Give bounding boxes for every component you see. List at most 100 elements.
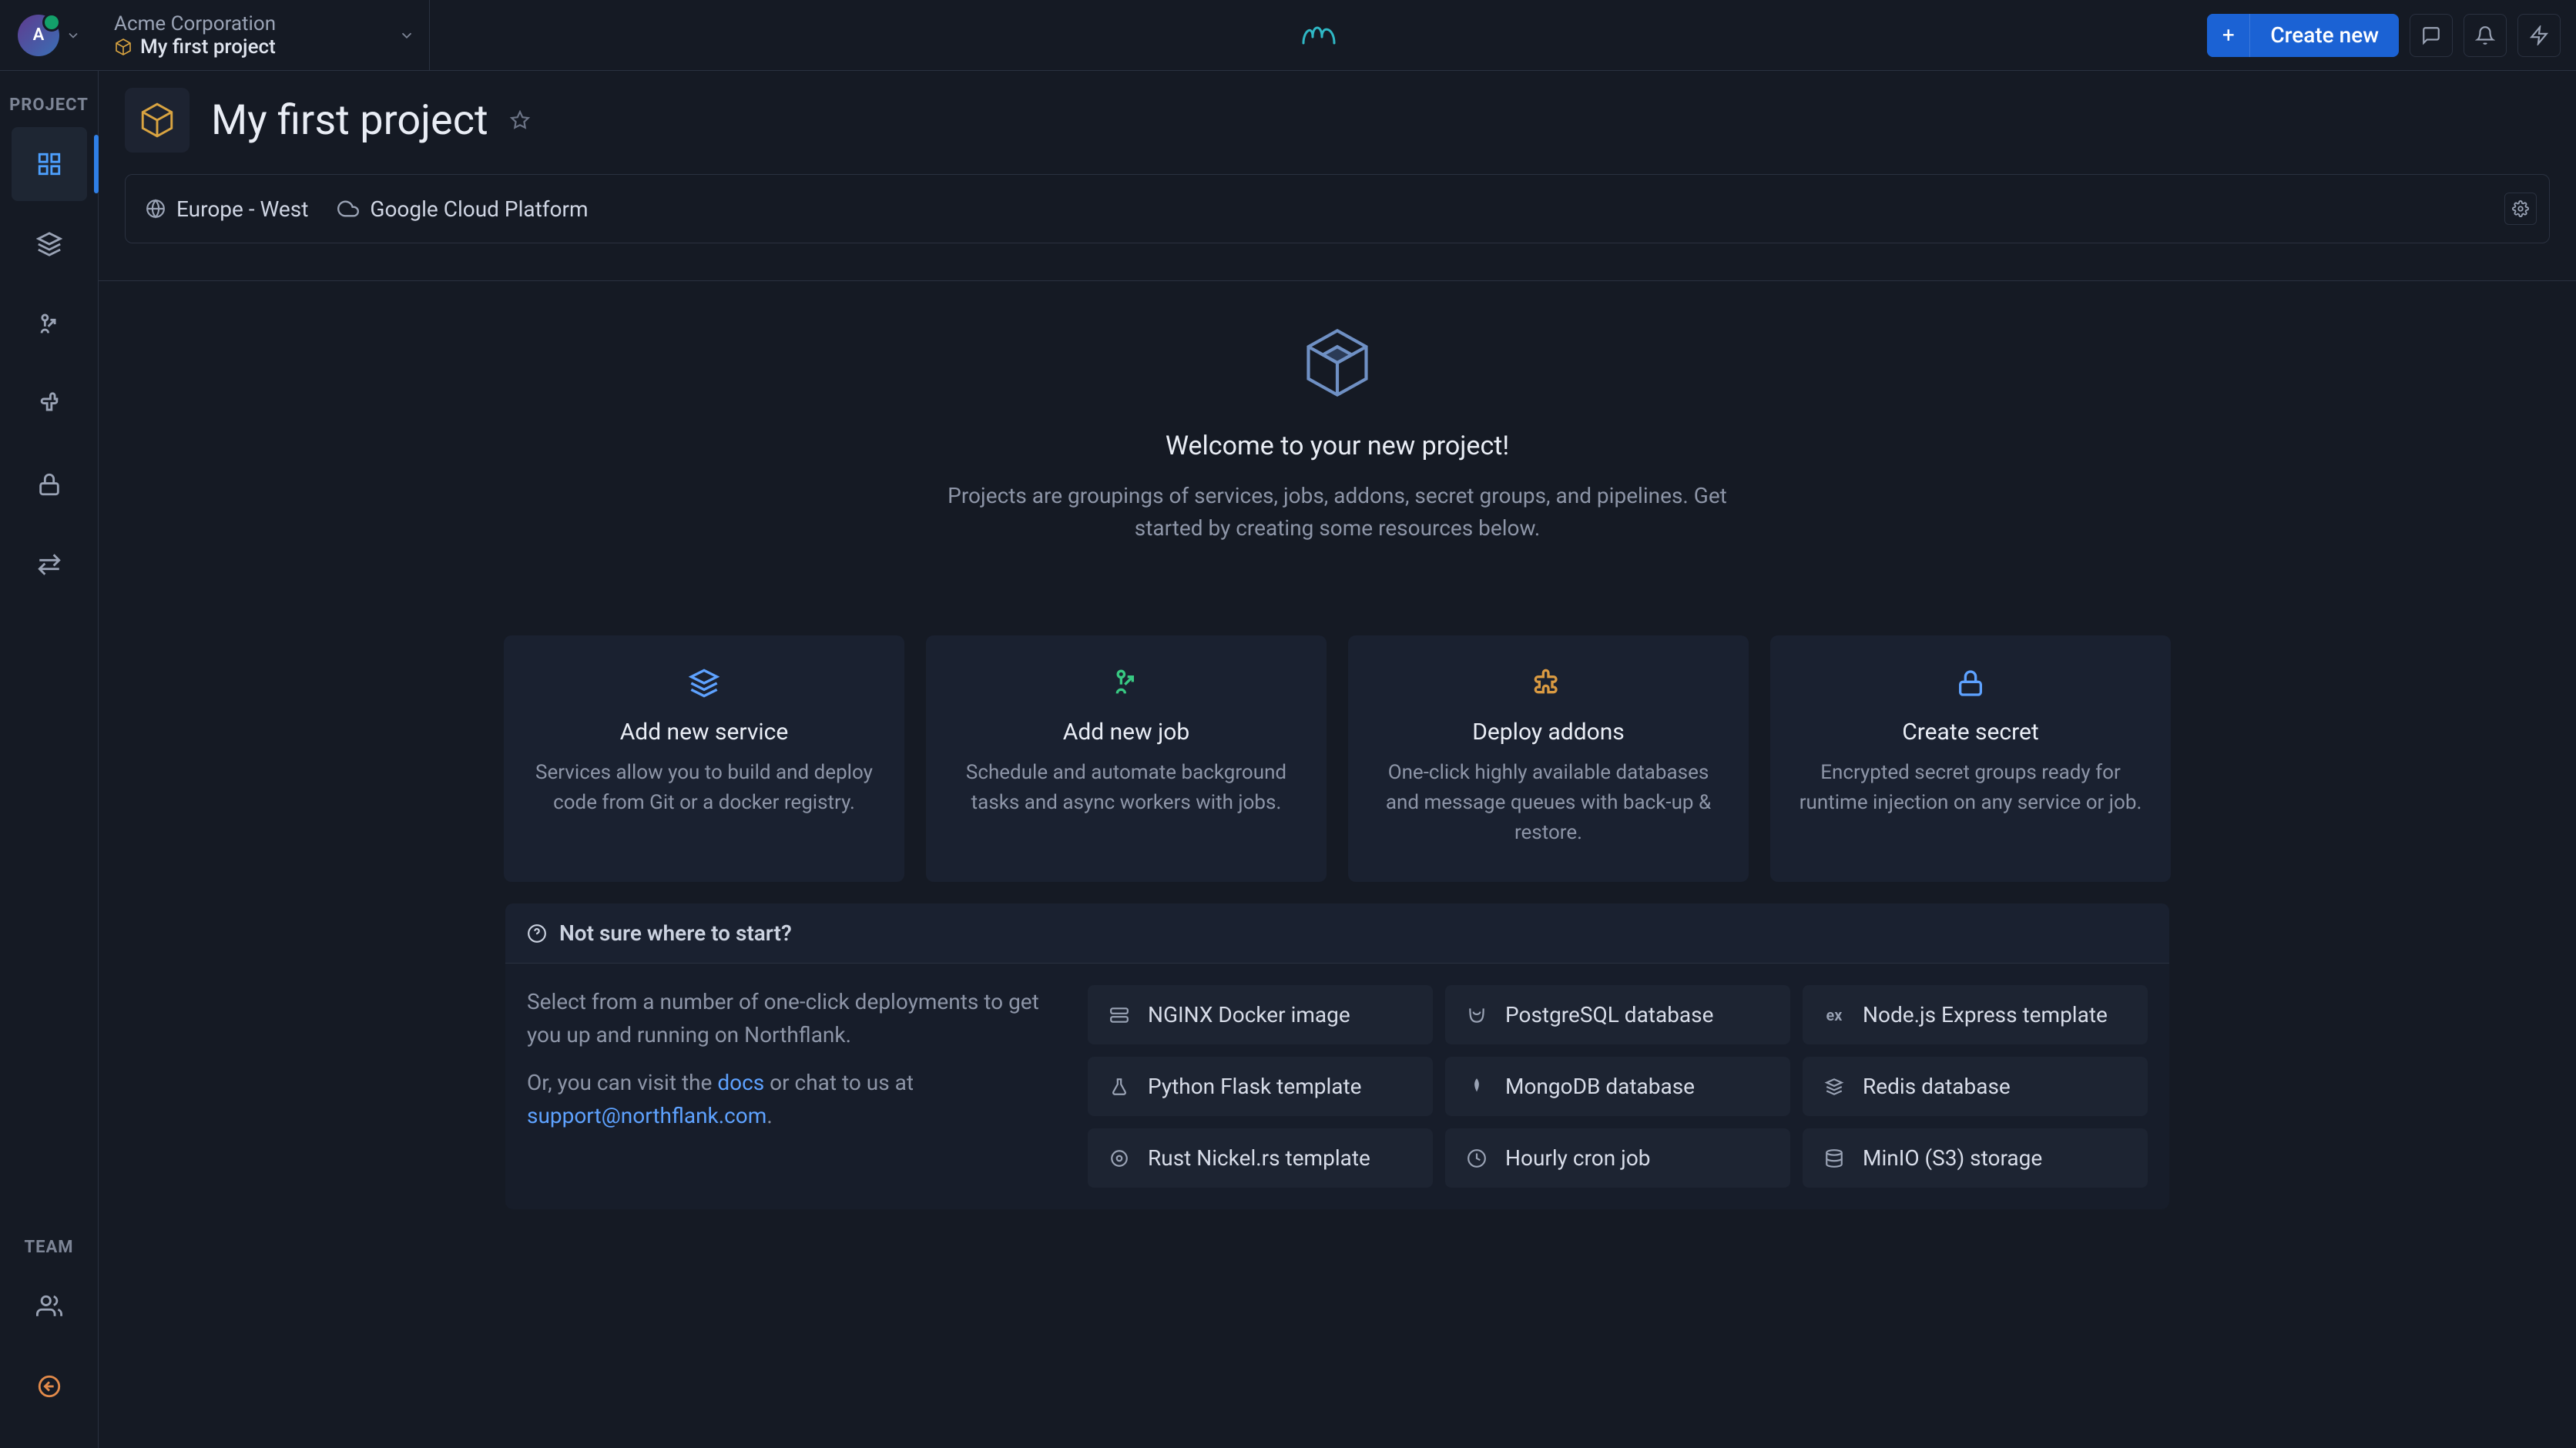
sidebar-item-services[interactable] [12, 207, 87, 281]
quick-start-line1: Select from a number of one-click deploy… [527, 985, 1057, 1052]
deploy-label: Hourly cron job [1505, 1145, 1651, 1171]
lock-icon [1955, 668, 1986, 699]
chevron-down-icon[interactable] [398, 27, 415, 44]
puzzle-icon [1533, 668, 1564, 699]
running-icon [1111, 668, 1142, 699]
quick-start-text: Select from a number of one-click deploy… [527, 985, 1057, 1188]
card-title: Add new job [1063, 719, 1189, 746]
create-new-button[interactable]: + Create new [2207, 14, 2399, 57]
card-add-service[interactable]: Add new service Services allow you to bu… [504, 635, 904, 882]
text-fragment: . [766, 1103, 772, 1128]
deploy-postgres[interactable]: PostgreSQL database [1445, 985, 1790, 1044]
project-cube-icon [114, 38, 132, 56]
support-email-link[interactable]: support@northflank.com [527, 1103, 766, 1128]
mongodb-icon [1464, 1077, 1490, 1097]
deploy-node-express[interactable]: ex Node.js Express template [1803, 985, 2148, 1044]
card-desc: Schedule and automate background tasks a… [949, 758, 1303, 818]
sidebar-item-pipelines[interactable] [12, 528, 87, 602]
card-title: Add new service [620, 719, 789, 746]
card-desc: One-click highly available databases and… [1371, 758, 1726, 848]
sidebar-item-members[interactable] [12, 1269, 87, 1343]
region-indicator: Europe - West [146, 196, 308, 222]
deploy-label: Rust Nickel.rs template [1148, 1145, 1370, 1171]
topbar: A Acme Corporation My first project [0, 0, 2576, 71]
provider-indicator: Google Cloud Platform [337, 196, 588, 222]
sidebar-item-logout[interactable] [12, 1349, 87, 1423]
deploy-label: Node.js Express template [1863, 1002, 2108, 1027]
redis-icon [1821, 1077, 1847, 1097]
deploy-rust[interactable]: Rust Nickel.rs template [1088, 1128, 1433, 1188]
divider [99, 280, 2576, 281]
server-icon [1106, 1005, 1132, 1025]
postgres-icon [1464, 1005, 1490, 1025]
sidebar-item-secrets[interactable] [12, 447, 87, 521]
feedback-icon-button[interactable] [2410, 14, 2453, 57]
text-fragment: or chat to us at [764, 1070, 914, 1095]
environment-settings-button[interactable] [2504, 193, 2537, 225]
welcome-cube-icon [1299, 324, 1376, 401]
account-avatar[interactable]: A [18, 15, 59, 56]
clock-icon [1464, 1148, 1490, 1168]
deploy-label: PostgreSQL database [1505, 1002, 1713, 1027]
page-title: My first project [211, 96, 488, 145]
deploy-nginx[interactable]: NGINX Docker image [1088, 985, 1433, 1044]
welcome-subtitle: Projects are groupings of services, jobs… [914, 480, 1761, 545]
card-desc: Encrypted secret groups ready for runtim… [1793, 758, 2148, 818]
project-icon [125, 88, 190, 153]
sidebar-item-jobs[interactable] [12, 287, 87, 361]
welcome-section: Welcome to your new project! Projects ar… [125, 324, 2550, 545]
create-new-label: Create new [2250, 22, 2399, 48]
flash-icon-button[interactable] [2517, 14, 2561, 57]
storage-icon [1821, 1148, 1847, 1168]
org-name: Acme Corporation [114, 12, 414, 35]
brand-logo[interactable] [1300, 20, 1337, 51]
rust-icon [1106, 1148, 1132, 1168]
deploy-label: MongoDB database [1505, 1074, 1695, 1099]
action-cards: Add new service Services allow you to bu… [475, 635, 2200, 882]
chevron-down-icon[interactable] [65, 28, 81, 43]
sidebar-group-project: PROJECT [9, 96, 89, 115]
docs-link[interactable]: docs [717, 1070, 764, 1095]
environment-bar: Europe - West Google Cloud Platform [125, 174, 2550, 243]
layers-icon [689, 668, 719, 699]
quick-start-heading: Not sure where to start? [505, 903, 2169, 964]
card-add-job[interactable]: Add new job Schedule and automate backgr… [926, 635, 1327, 882]
quick-start-box: Not sure where to start? Select from a n… [475, 903, 2200, 1209]
quick-start-title: Not sure where to start? [559, 920, 792, 946]
globe-icon [146, 199, 166, 219]
text-fragment: Or, you can visit the [527, 1070, 717, 1095]
sidebar-item-addons[interactable] [12, 367, 87, 441]
deploy-cron[interactable]: Hourly cron job [1445, 1128, 1790, 1188]
flask-icon [1106, 1077, 1132, 1097]
sidebar: PROJECT TEAM [0, 71, 99, 1448]
deploy-redis[interactable]: Redis database [1803, 1057, 2148, 1116]
deploy-label: Redis database [1863, 1074, 2011, 1099]
deploy-minio[interactable]: MinIO (S3) storage [1803, 1128, 2148, 1188]
deploy-label: MinIO (S3) storage [1863, 1145, 2042, 1171]
provider-label: Google Cloud Platform [370, 196, 588, 222]
cloud-icon [337, 198, 359, 220]
project-name: My first project [140, 35, 276, 59]
card-title: Create secret [1902, 719, 2039, 746]
card-desc: Services allow you to build and deploy c… [527, 758, 881, 818]
region-label: Europe - West [176, 196, 308, 222]
notifications-icon-button[interactable] [2464, 14, 2507, 57]
express-icon: ex [1821, 1006, 1847, 1024]
help-icon [527, 923, 547, 944]
deploy-label: NGINX Docker image [1148, 1002, 1350, 1027]
deploy-label: Python Flask template [1148, 1074, 1362, 1099]
card-title: Deploy addons [1472, 719, 1625, 746]
deploy-grid: NGINX Docker image PostgreSQL database e… [1088, 985, 2148, 1188]
deploy-flask[interactable]: Python Flask template [1088, 1057, 1433, 1116]
card-deploy-addons[interactable]: Deploy addons One-click highly available… [1348, 635, 1749, 882]
avatar-status-dot [42, 13, 61, 32]
main-content: My first project Europe - West Google C [99, 71, 2576, 1448]
deploy-mongodb[interactable]: MongoDB database [1445, 1057, 1790, 1116]
sidebar-item-dashboard[interactable] [12, 127, 87, 201]
card-create-secret[interactable]: Create secret Encrypted secret groups re… [1770, 635, 2171, 882]
welcome-title: Welcome to your new project! [1166, 431, 1509, 461]
avatar-letter: A [33, 25, 45, 45]
sidebar-group-team: TEAM [24, 1238, 73, 1257]
star-icon[interactable] [510, 110, 530, 130]
project-switcher[interactable]: Acme Corporation My first project [99, 0, 430, 70]
